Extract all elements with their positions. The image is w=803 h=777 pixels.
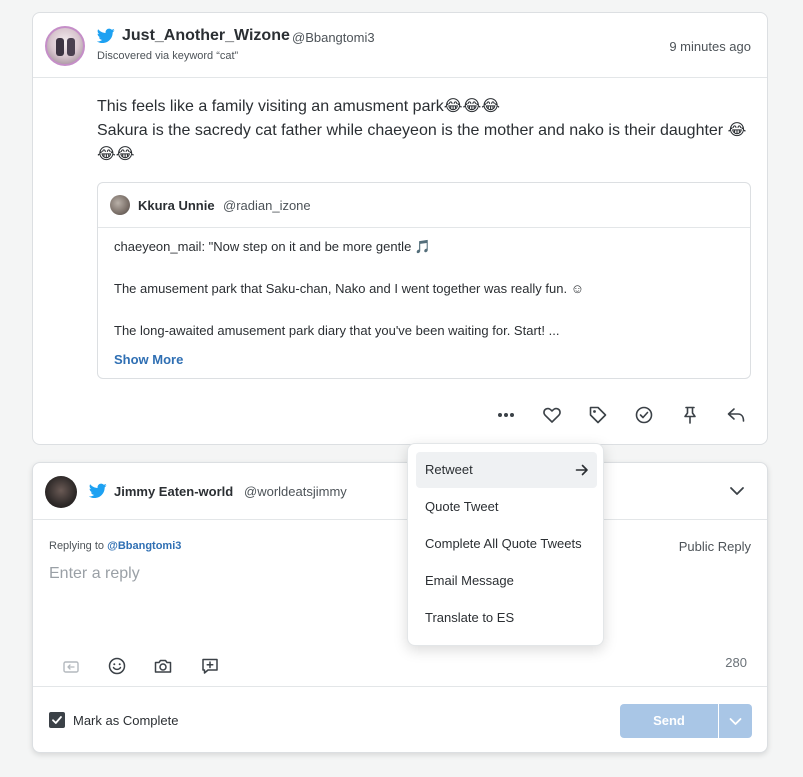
pin-icon[interactable]: [679, 404, 701, 426]
arrow-right-icon: [575, 464, 588, 476]
chevron-down-icon[interactable]: [727, 481, 747, 501]
quoted-author-handle: @radian_izone: [223, 198, 311, 213]
chevron-down-icon: [729, 718, 742, 725]
mark-complete-label[interactable]: Mark as Complete: [73, 713, 178, 728]
tweet-action-bar: [495, 404, 747, 426]
replying-to-handle[interactable]: @Bbangtomi3: [107, 540, 181, 552]
quoted-author-name: Kkura Unnie: [138, 198, 215, 213]
quoted-tweet-header: Kkura Unnie @radian_izone: [98, 183, 750, 228]
tweet-text-line: Sakura is the sacredy cat father while c…: [97, 122, 747, 163]
check-circle-icon[interactable]: [633, 404, 655, 426]
author-name[interactable]: Just_Another_Wizone: [122, 27, 290, 45]
send-button[interactable]: Send: [620, 704, 718, 738]
reply-icon[interactable]: [725, 404, 747, 426]
quoted-text-line: The amusement park that Saku-chan, Nako …: [114, 281, 584, 296]
add-comment-icon[interactable]: [200, 656, 220, 676]
menu-item-label: Quote Tweet: [425, 499, 499, 514]
menu-item-complete-all-quote-tweets[interactable]: Complete All Quote Tweets: [416, 526, 597, 562]
menu-item-email-message[interactable]: Email Message: [416, 563, 597, 599]
twitter-bird-icon: [89, 483, 107, 499]
public-reply-label[interactable]: Public Reply: [679, 539, 751, 554]
tweet-timestamp[interactable]: 9 minutes ago: [669, 39, 751, 54]
reply-account-name[interactable]: Jimmy Eaten-world: [114, 484, 233, 499]
tweet-text: This feels like a family visiting an amu…: [97, 95, 747, 167]
author-handle[interactable]: @Bbangtomi3: [292, 30, 375, 45]
reply-composer: Jimmy Eaten-world @worldeatsjimmy Replyi…: [32, 462, 768, 753]
character-counter: 280: [725, 655, 747, 670]
tweet-card: Just_Another_Wizone @Bbangtomi3 Discover…: [32, 12, 768, 445]
mark-complete-checkbox[interactable]: [49, 712, 65, 728]
show-more-link[interactable]: Show More: [114, 352, 183, 367]
menu-item-quote-tweet[interactable]: Quote Tweet: [416, 489, 597, 525]
quoted-tweet[interactable]: Kkura Unnie @radian_izone chaeyeon_mail:…: [97, 182, 751, 379]
discovered-via-keyword: Discovered via keyword “cat”: [97, 50, 239, 62]
tweet-text-line: This feels like a family visiting an amu…: [97, 98, 500, 115]
menu-item-label: Complete All Quote Tweets: [425, 536, 582, 551]
replying-to: Replying to @Bbangtomi3: [49, 540, 181, 552]
reply-footer: Mark as Complete Send: [33, 686, 767, 754]
reply-account-handle[interactable]: @worldeatsjimmy: [244, 484, 347, 499]
quoted-author-avatar: [110, 195, 130, 215]
tweet-header: Just_Another_Wizone @Bbangtomi3 Discover…: [33, 13, 767, 78]
camera-icon[interactable]: [153, 656, 173, 676]
emoji-icon[interactable]: [107, 656, 127, 676]
menu-item-label: Email Message: [425, 573, 514, 588]
quoted-text-line: The long-awaited amusement park diary th…: [114, 323, 560, 338]
author-avatar[interactable]: [45, 26, 85, 66]
menu-item-retweet[interactable]: Retweet: [416, 452, 597, 488]
menu-item-label: Retweet: [425, 462, 473, 477]
menu-item-translate[interactable]: Translate to ES: [416, 600, 597, 636]
heart-icon[interactable]: [541, 404, 563, 426]
tag-icon[interactable]: [587, 404, 609, 426]
quoted-text-line: chaeyeon_mail: "Now step on it and be mo…: [114, 239, 432, 254]
reply-account-avatar[interactable]: [45, 476, 77, 508]
send-options-button[interactable]: [719, 704, 752, 738]
replying-to-label: Replying to: [49, 540, 105, 552]
retweet-quote-icon[interactable]: [61, 656, 81, 676]
twitter-bird-icon: [97, 28, 115, 44]
reply-account-header: Jimmy Eaten-world @worldeatsjimmy: [33, 463, 767, 520]
menu-item-label: Translate to ES: [425, 610, 515, 625]
more-actions-menu: Retweet Quote Tweet Complete All Quote T…: [407, 443, 604, 646]
more-icon[interactable]: [495, 404, 517, 426]
